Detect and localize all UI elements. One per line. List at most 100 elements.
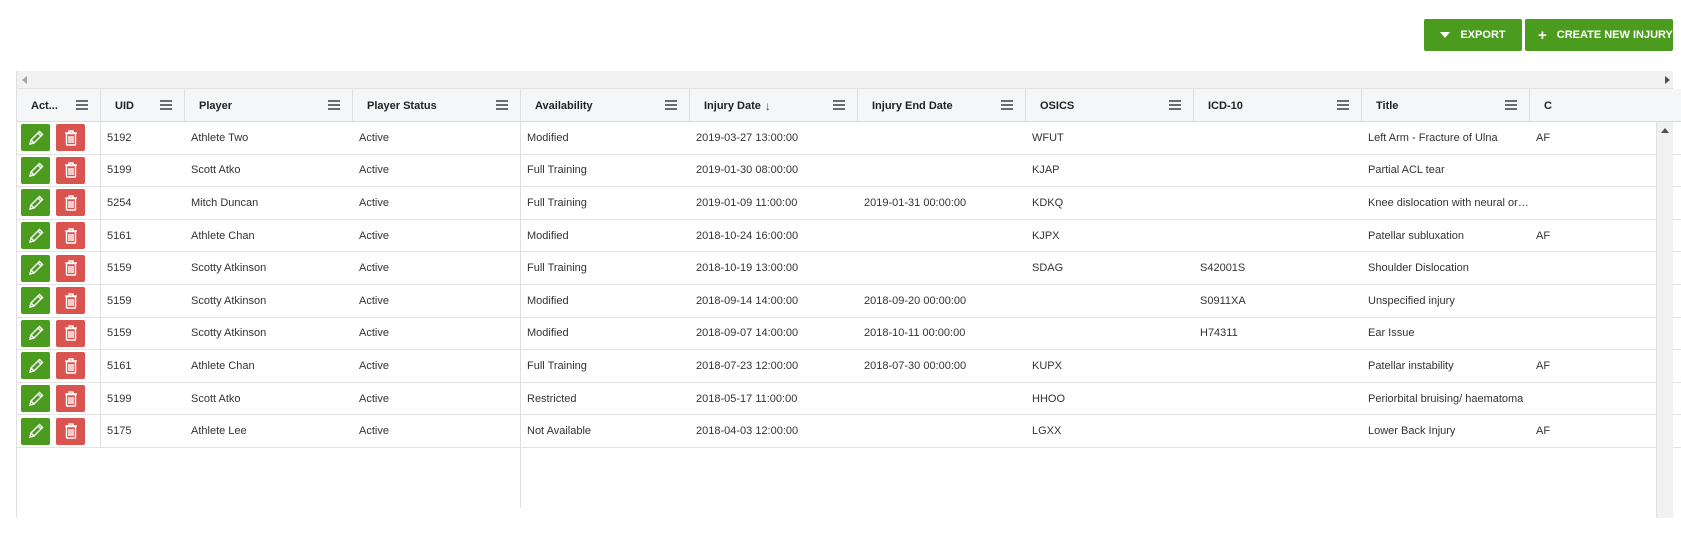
trash-icon [63, 324, 79, 342]
cell-icd10: S42001S [1194, 252, 1362, 284]
edit-button[interactable] [21, 157, 50, 184]
cell-injury-date: 2019-01-30 08:00:00 [690, 155, 858, 187]
cell-text: Scott Atko [191, 393, 241, 405]
hamburger-menu-icon[interactable] [160, 100, 172, 110]
row-actions [17, 383, 101, 415]
row-actions [17, 350, 101, 382]
hamburger-menu-icon[interactable] [496, 100, 508, 110]
cell-text: 2018-07-23 12:00:00 [696, 360, 798, 372]
cell-extra [1530, 383, 1560, 415]
column-header-extra[interactable]: C [1530, 89, 1560, 122]
edit-button[interactable] [21, 418, 50, 445]
table-row[interactable]: 5159Scotty AtkinsonActiveModified2018-09… [17, 285, 1681, 318]
caret-down-icon [1440, 32, 1450, 38]
row-actions [17, 155, 101, 187]
table-row[interactable]: 5161Athlete ChanActiveModified2018-10-24… [17, 220, 1681, 253]
delete-button[interactable] [56, 418, 85, 445]
cell-text: 2018-09-20 00:00:00 [864, 295, 966, 307]
pencil-icon [27, 129, 45, 147]
delete-button[interactable] [56, 189, 85, 216]
column-header-osics[interactable]: OSICS [1026, 89, 1194, 122]
cell-extra: AF [1530, 220, 1560, 252]
injury-grid: Act... UIDPlayerPlayer StatusAvailability… [16, 71, 1681, 518]
edit-button[interactable] [21, 287, 50, 314]
table-row[interactable]: 5192Athlete TwoActiveModified2019-03-27 … [17, 122, 1681, 155]
delete-button[interactable] [56, 222, 85, 249]
cell-text: Athlete Lee [191, 425, 247, 437]
horizontal-scrollbar[interactable] [17, 71, 1673, 89]
cell-player: Mitch Duncan [185, 187, 353, 219]
column-header-player[interactable]: Player [185, 89, 353, 122]
cell-player-status: Active [353, 155, 521, 187]
scroll-right-arrow-icon[interactable] [1665, 76, 1670, 84]
table-row[interactable]: 5199Scott AtkoActiveFull Training2019-01… [17, 155, 1681, 188]
cell-player: Scott Atko [185, 383, 353, 415]
cell-uid: 5159 [101, 252, 185, 284]
edit-button[interactable] [21, 255, 50, 282]
pencil-icon [27, 324, 45, 342]
edit-button[interactable] [21, 352, 50, 379]
hamburger-menu-icon[interactable] [1169, 100, 1181, 110]
hamburger-menu-icon[interactable] [328, 100, 340, 110]
edit-button[interactable] [21, 320, 50, 347]
hamburger-menu-icon[interactable] [76, 100, 88, 110]
cell-title: Unspecified injury [1362, 285, 1530, 317]
cell-injury-end-date [858, 252, 1026, 284]
cell-text: HHOO [1032, 393, 1065, 405]
column-header-label: Injury Date [704, 100, 761, 112]
column-header-injury-end-date[interactable]: Injury End Date [858, 89, 1026, 122]
hamburger-menu-icon[interactable] [833, 100, 845, 110]
vertical-scrollbar[interactable] [1656, 122, 1673, 518]
column-header-icd10[interactable]: ICD-10 [1194, 89, 1362, 122]
cell-extra [1530, 155, 1560, 187]
column-header-label: OSICS [1040, 100, 1074, 112]
delete-button[interactable] [56, 352, 85, 379]
column-header-injury-date[interactable]: Injury Date↓ [690, 89, 858, 122]
scroll-left-arrow-icon[interactable] [22, 76, 27, 84]
export-button[interactable]: EXPORT [1424, 19, 1522, 51]
table-row[interactable]: 5199Scott AtkoActiveRestricted2018-05-17… [17, 383, 1681, 416]
delete-button[interactable] [56, 287, 85, 314]
column-header-player-status[interactable]: Player Status [353, 89, 521, 122]
cell-extra: AF [1530, 415, 1560, 447]
create-new-injury-button[interactable]: + CREATE NEW INJURY [1525, 19, 1673, 51]
delete-button[interactable] [56, 157, 85, 184]
cell-text: Scott Atko [191, 164, 241, 176]
cell-text: Full Training [527, 164, 587, 176]
hamburger-menu-icon[interactable] [1337, 100, 1349, 110]
cell-text: Athlete Chan [191, 230, 255, 242]
edit-button[interactable] [21, 124, 50, 151]
table-row[interactable]: 5159Scotty AtkinsonActiveModified2018-09… [17, 318, 1681, 351]
cell-player-status: Active [353, 383, 521, 415]
column-header-availability[interactable]: Availability [521, 89, 690, 122]
column-header-uid[interactable]: UID [101, 89, 185, 122]
edit-button[interactable] [21, 222, 50, 249]
cell-extra [1530, 187, 1560, 219]
cell-availability: Modified [521, 122, 690, 154]
scroll-up-arrow-icon[interactable] [1661, 128, 1669, 133]
cell-text: 2018-09-07 14:00:00 [696, 327, 798, 339]
table-row[interactable]: 5254Mitch DuncanActiveFull Training2019-… [17, 187, 1681, 220]
pencil-icon [27, 194, 45, 212]
column-header-actions[interactable]: Act... [17, 89, 101, 122]
hamburger-menu-icon[interactable] [665, 100, 677, 110]
delete-button[interactable] [56, 124, 85, 151]
cell-player-status: Active [353, 252, 521, 284]
column-header-title[interactable]: Title [1362, 89, 1530, 122]
table-row[interactable]: 5159Scotty AtkinsonActiveFull Training20… [17, 252, 1681, 285]
delete-button[interactable] [56, 385, 85, 412]
hamburger-menu-icon[interactable] [1505, 100, 1517, 110]
table-row[interactable]: 5161Athlete ChanActiveFull Training2018-… [17, 350, 1681, 383]
column-header-label: C [1544, 100, 1552, 112]
delete-button[interactable] [56, 255, 85, 282]
cell-extra: AF [1530, 122, 1560, 154]
edit-button[interactable] [21, 385, 50, 412]
edit-button[interactable] [21, 189, 50, 216]
cell-uid: 5159 [101, 285, 185, 317]
delete-button[interactable] [56, 320, 85, 347]
table-row[interactable]: 5175Athlete LeeActiveNot Available2018-0… [17, 415, 1681, 448]
cell-injury-end-date [858, 415, 1026, 447]
cell-injury-date: 2018-07-23 12:00:00 [690, 350, 858, 382]
column-header-label: Act... [31, 100, 58, 112]
hamburger-menu-icon[interactable] [1001, 100, 1013, 110]
